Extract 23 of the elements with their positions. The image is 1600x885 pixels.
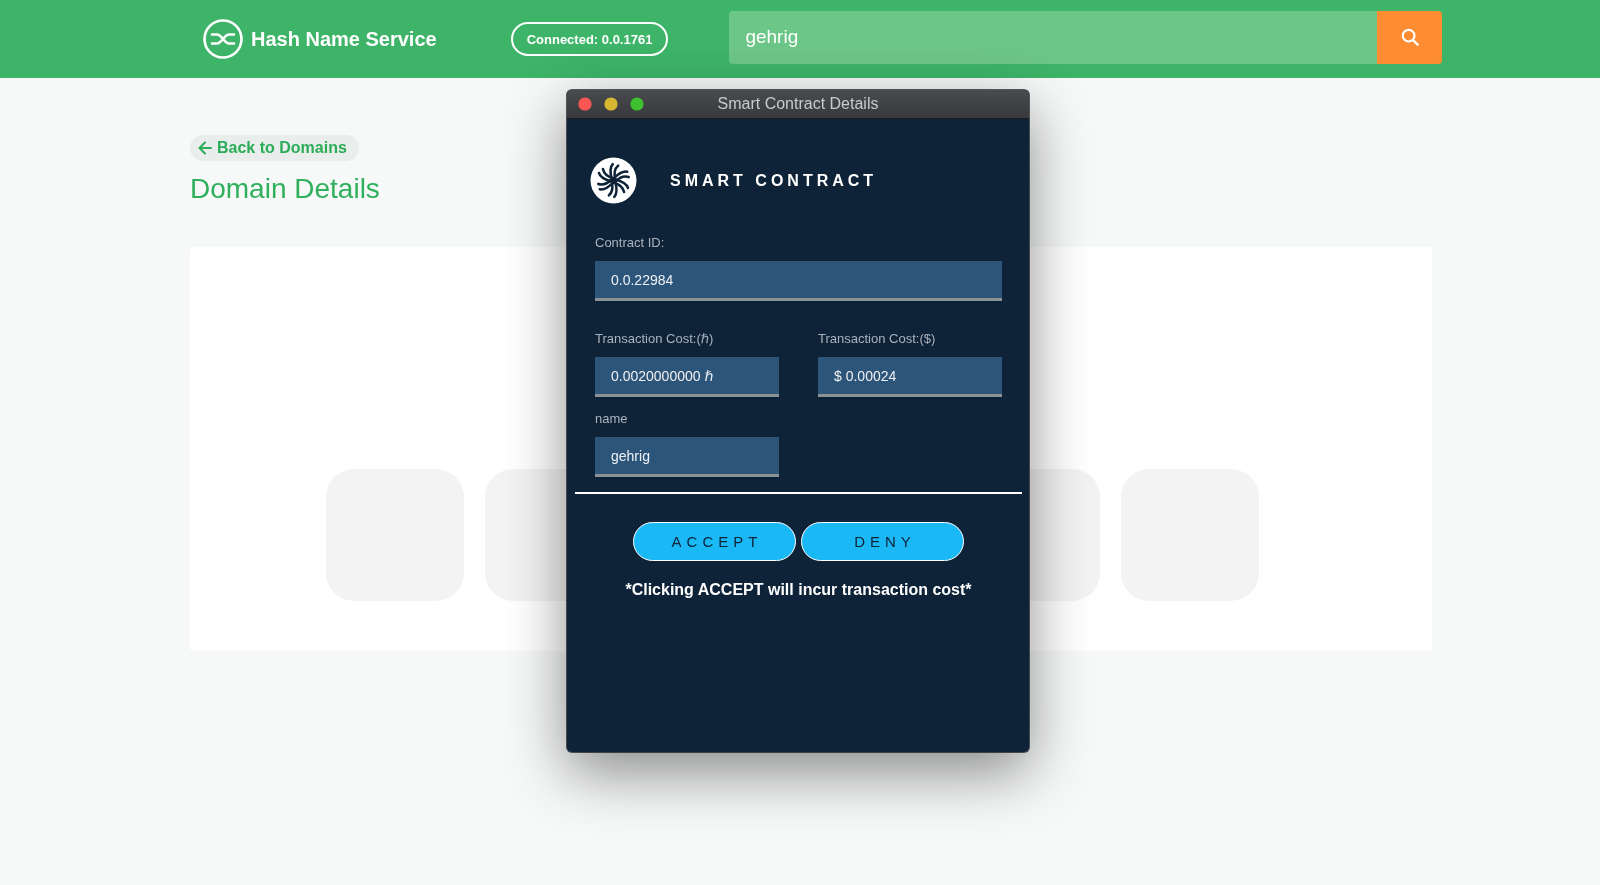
field-label: Transaction Cost:(ℏ) [595, 331, 714, 347]
page-title: Domain Details [190, 172, 380, 206]
field-label: Transaction Cost:($) [818, 331, 936, 347]
accept-button[interactable]: ACCEPT [633, 522, 796, 561]
minimize-icon[interactable] [604, 97, 618, 111]
connection-status-pill: Connected: 0.0.1761 [510, 22, 669, 56]
deny-button[interactable]: DENY [801, 522, 964, 561]
app-title: Hash Name Service [251, 27, 437, 51]
contract-id-field[interactable]: 0.0.22984 [595, 261, 1002, 301]
window-title: Smart Contract Details [717, 95, 879, 112]
dialog-heading: SMART CONTRACT [670, 171, 878, 190]
close-icon[interactable] [578, 97, 592, 111]
input-field[interactable]: $ 0.00024 [818, 357, 1002, 397]
swirl-logo-icon [590, 157, 637, 204]
input-field[interactable]: 0.0020000000 ℏ [595, 357, 779, 397]
search-icon [1400, 28, 1419, 46]
cost-notice: *Clicking ACCEPT will incur transaction cost* [625, 581, 972, 599]
field-label: name [595, 411, 628, 427]
input-field[interactable]: gehrig [595, 437, 779, 477]
logo-icon [203, 19, 243, 59]
field-label: Contract ID: [595, 235, 665, 251]
arrow-left-icon [198, 141, 212, 155]
maximize-icon[interactable] [630, 97, 644, 111]
